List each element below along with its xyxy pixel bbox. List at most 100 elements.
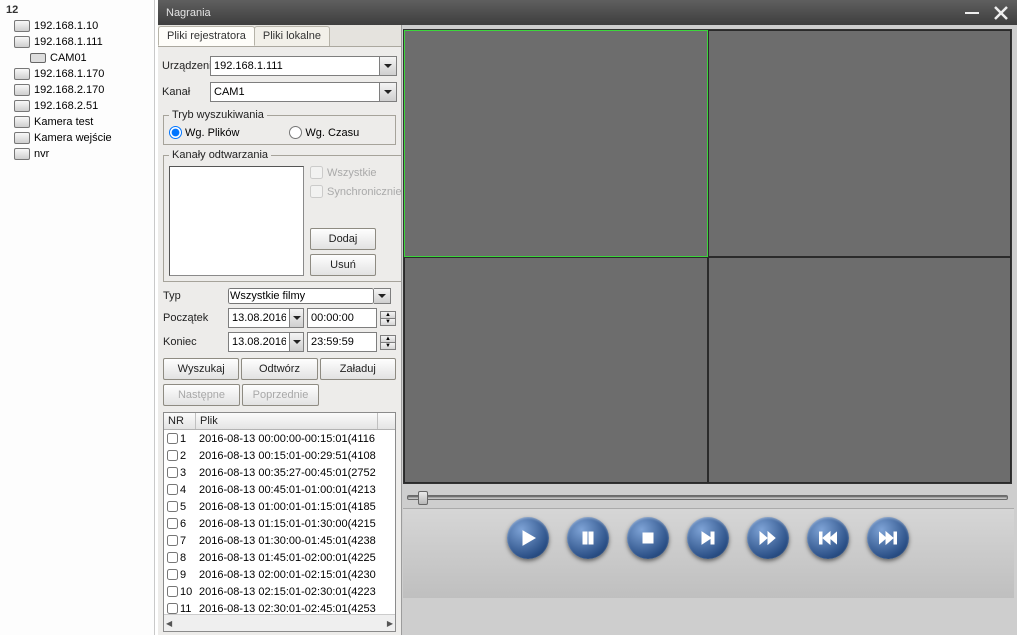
row-checkbox[interactable] xyxy=(167,535,178,546)
tree-item[interactable]: 192.168.2.170 xyxy=(0,82,154,98)
table-row[interactable]: 3 2016-08-13 00:35:27-00:45:01(2752 xyxy=(164,464,395,481)
prev-button[interactable]: Poprzednie xyxy=(242,384,319,406)
load-button[interactable]: Załaduj xyxy=(320,358,396,380)
table-row[interactable]: 82016-08-13 01:45:01-02:00:01(4225 xyxy=(164,549,395,566)
row-nr: 3 xyxy=(180,467,186,479)
table-row[interactable]: 12016-08-13 00:00:00-00:15:01(4116 xyxy=(164,430,395,447)
row-checkbox[interactable] xyxy=(167,467,178,478)
device-icon xyxy=(14,148,30,160)
row-checkbox[interactable] xyxy=(167,433,178,444)
tree-item[interactable]: CAM01 xyxy=(0,50,154,66)
tree-item[interactable]: 192.168.2.51 xyxy=(0,98,154,114)
start-time-spinner[interactable]: ▲▼ xyxy=(380,311,396,326)
next-button[interactable]: Następne xyxy=(163,384,240,406)
col-nr-header[interactable]: NR xyxy=(164,413,196,429)
row-checkbox[interactable] xyxy=(167,518,178,529)
row-checkbox[interactable] xyxy=(167,586,178,597)
file-table-body[interactable]: 12016-08-13 00:00:00-00:15:01(411622016-… xyxy=(164,430,395,614)
row-checkbox[interactable] xyxy=(167,501,178,512)
device-dropdown-btn[interactable] xyxy=(380,56,397,76)
tree-item[interactable]: Kamera test xyxy=(0,114,154,130)
titlebar[interactable]: Nagrania xyxy=(158,0,1017,25)
channel-select[interactable] xyxy=(210,82,380,102)
end-time-spinner[interactable]: ▲▼ xyxy=(380,335,396,350)
skip-back-icon[interactable] xyxy=(807,517,849,559)
table-row[interactable]: 11 2016-08-13 02:30:01-02:45:01(4253 xyxy=(164,600,395,614)
start-date-input[interactable] xyxy=(228,308,290,328)
tree-item-label: 192.168.2.51 xyxy=(34,100,98,112)
fast-forward-icon[interactable] xyxy=(747,517,789,559)
row-filename: 2016-08-13 02:30:01-02:45:01(4253 xyxy=(196,603,395,615)
radio-by-time[interactable]: Wg. Czasu xyxy=(289,126,359,139)
radio-by-files-input[interactable] xyxy=(169,126,182,139)
step-forward-icon[interactable] xyxy=(687,517,729,559)
check-all-channels: Wszystkie xyxy=(310,166,402,179)
end-label: Koniec xyxy=(163,336,225,348)
stop-icon[interactable] xyxy=(627,517,669,559)
row-nr: 5 xyxy=(180,501,186,513)
radio-by-time-input[interactable] xyxy=(289,126,302,139)
row-filename: 2016-08-13 00:35:27-00:45:01(2752 xyxy=(196,467,395,479)
end-time-input[interactable] xyxy=(307,332,377,352)
minimize-button[interactable] xyxy=(959,3,985,23)
playback-channels-legend: Kanały odtwarzania xyxy=(169,149,271,161)
close-button[interactable] xyxy=(988,3,1014,23)
device-tree: 12 192.168.1.10 192.168.1.111 CAM01 192.168… xyxy=(0,0,155,635)
tree-root-label[interactable]: 12 xyxy=(0,2,154,18)
end-date-dropdown[interactable] xyxy=(290,332,304,352)
table-row[interactable]: 22016-08-13 00:15:01-00:29:51(4108 xyxy=(164,447,395,464)
playback-controls xyxy=(403,510,1012,565)
device-select[interactable] xyxy=(210,56,380,76)
row-nr: 11 xyxy=(180,603,191,615)
row-checkbox[interactable] xyxy=(167,569,178,580)
type-select[interactable] xyxy=(228,288,374,304)
skip-forward-icon[interactable] xyxy=(867,517,909,559)
channel-dropdown-btn[interactable] xyxy=(380,82,397,102)
file-table: NR Plik 12016-08-13 00:00:00-00:15:01(41… xyxy=(163,412,396,632)
end-date-input[interactable] xyxy=(228,332,290,352)
table-row[interactable]: 72016-08-13 01:30:00-01:45:01(4238 xyxy=(164,532,395,549)
file-table-hscroll[interactable]: ◀▶ xyxy=(164,614,395,631)
pause-icon[interactable] xyxy=(567,517,609,559)
table-row[interactable]: 102016-08-13 02:15:01-02:30:01(4223 xyxy=(164,583,395,600)
tree-item[interactable]: 192.168.1.170 xyxy=(0,66,154,82)
row-checkbox[interactable] xyxy=(167,552,178,563)
video-cell-2[interactable] xyxy=(708,30,1012,257)
check-sync: Synchronicznie xyxy=(310,185,402,198)
row-checkbox[interactable] xyxy=(167,603,178,614)
tree-item-label: CAM01 xyxy=(50,52,87,64)
tree-item[interactable]: nvr xyxy=(0,146,154,162)
play-button[interactable]: Odtwórz xyxy=(241,358,317,380)
table-row[interactable]: 42016-08-13 00:45:01-01:00:01(4213 xyxy=(164,481,395,498)
table-row[interactable]: 52016-08-13 01:00:01-01:15:01(4185 xyxy=(164,498,395,515)
tree-item[interactable]: Kamera wejście xyxy=(0,130,154,146)
type-dropdown-btn[interactable] xyxy=(374,288,391,304)
table-row[interactable]: 62016-08-13 01:15:01-01:30:00(4215 xyxy=(164,515,395,532)
device-icon xyxy=(14,84,30,96)
video-cell-3[interactable] xyxy=(404,257,708,484)
remove-channel-button[interactable]: Usuń xyxy=(310,254,376,276)
start-label: Początek xyxy=(163,312,225,324)
tree-item[interactable]: 192.168.1.10 xyxy=(0,18,154,34)
playback-channels-list[interactable] xyxy=(169,166,304,276)
row-checkbox[interactable] xyxy=(167,450,178,461)
start-date-dropdown[interactable] xyxy=(290,308,304,328)
tree-item[interactable]: 192.168.1.111 xyxy=(0,34,154,50)
start-time-input[interactable] xyxy=(307,308,377,328)
search-button[interactable]: Wyszukaj xyxy=(163,358,239,380)
add-channel-button[interactable]: Dodaj xyxy=(310,228,376,250)
tab-local-files[interactable]: Pliki lokalne xyxy=(254,26,330,46)
video-cell-4[interactable] xyxy=(708,257,1012,484)
row-filename: 2016-08-13 00:45:01-01:00:01(4213 xyxy=(196,484,395,496)
row-checkbox[interactable] xyxy=(167,484,178,495)
timeline-track[interactable] xyxy=(407,495,1008,500)
row-nr: 6 xyxy=(180,518,186,530)
play-icon[interactable] xyxy=(507,517,549,559)
tab-recorder-files[interactable]: Pliki rejestratora xyxy=(158,26,255,46)
tree-item-label: 192.168.1.10 xyxy=(34,20,98,32)
col-file-header[interactable]: Plik xyxy=(196,413,378,429)
table-row[interactable]: 92016-08-13 02:00:01-02:15:01(4230 xyxy=(164,566,395,583)
timeline-handle[interactable] xyxy=(418,491,428,505)
radio-by-files[interactable]: Wg. Plików xyxy=(169,126,239,139)
video-cell-1[interactable] xyxy=(404,30,708,257)
